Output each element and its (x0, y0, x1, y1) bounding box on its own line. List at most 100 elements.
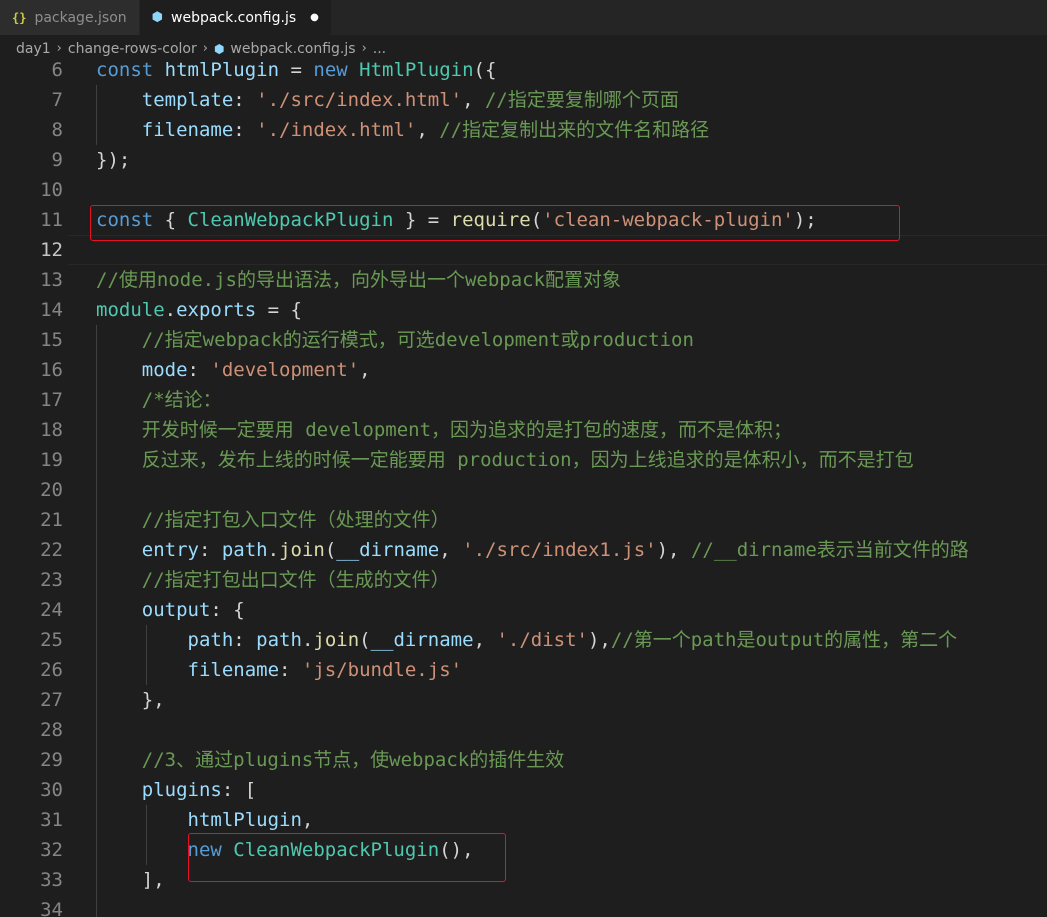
line-number[interactable]: 31 (0, 805, 63, 835)
editor-tab-bar: {} package.json ⬢ webpack.config.js ● (0, 0, 1047, 35)
code-token: = (290, 59, 314, 81)
line-number[interactable]: 10 (0, 175, 63, 205)
code-token: './src/index.html' (256, 89, 463, 111)
code-line[interactable]: }, (96, 685, 165, 715)
code-line[interactable]: ], (96, 865, 165, 895)
code-token: entry (141, 539, 199, 561)
code-line[interactable]: path: path.join(__dirname, './dist'),//第… (96, 625, 958, 655)
line-number[interactable]: 29 (0, 745, 63, 775)
code-line[interactable]: //指定webpack的运行模式，可选development或productio… (96, 325, 694, 355)
code-token: = { (256, 299, 302, 321)
line-number[interactable]: 22 (0, 535, 63, 565)
code-token: ], (96, 869, 165, 891)
line-number[interactable]: 15 (0, 325, 63, 355)
highlight-require-clean-plugin (90, 205, 900, 241)
code-token: path (187, 629, 234, 651)
line-number[interactable]: 7 (0, 85, 63, 115)
tab-label: webpack.config.js (171, 9, 297, 26)
code-line[interactable]: //指定打包出口文件（生成的文件） (96, 565, 450, 595)
line-number[interactable]: 13 (0, 265, 63, 295)
line-number[interactable]: 24 (0, 595, 63, 625)
code-line[interactable]: filename: 'js/bundle.js' (96, 655, 463, 685)
line-number[interactable]: 23 (0, 565, 63, 595)
line-number-gutter[interactable]: 6 7 8 9 10 11 12 13 14 15 16 17 18 19 20 21 22 23 24 25 26 27… (0, 55, 68, 917)
code-token: : (233, 119, 257, 141)
code-line[interactable]: filename: './index.html', //指定复制出来的文件名和路… (96, 115, 709, 145)
line-number[interactable]: 9 (0, 145, 63, 175)
line-number[interactable]: 18 (0, 415, 63, 445)
code-token: ( (359, 629, 371, 651)
code-token: //指定要复制哪个页面 (484, 89, 679, 111)
tab-label: package.json (34, 9, 127, 26)
code-token: , (416, 119, 440, 141)
code-token: }, (96, 689, 165, 711)
line-number[interactable]: 14 (0, 295, 63, 325)
json-braces-icon: {} (12, 10, 27, 25)
code-line[interactable]: 反过来，发布上线的时候一定能要用 production，因为上线追求的是体积小，… (96, 445, 914, 475)
code-line[interactable]: //使用node.js的导出语法，向外导出一个webpack配置对象 (96, 265, 621, 295)
code-token: : { (210, 599, 245, 621)
line-number[interactable]: 11 (0, 205, 63, 235)
line-number[interactable]: 8 (0, 115, 63, 145)
line-number[interactable]: 27 (0, 685, 63, 715)
code-token: : (233, 629, 257, 651)
line-number[interactable]: 21 (0, 505, 63, 535)
code-line[interactable]: template: './src/index.html', //指定要复制哪个页… (96, 85, 679, 115)
code-token: 'js/bundle.js' (301, 659, 463, 681)
code-token: . (164, 299, 177, 321)
line-number[interactable]: 19 (0, 445, 63, 475)
code-line[interactable]: }); (96, 145, 130, 175)
line-number[interactable]: 34 (0, 895, 63, 917)
code-line[interactable]: 开发时候一定要用 development，因为追求的是打包的速度，而不是体积； (96, 415, 792, 445)
code-token: ), (587, 629, 611, 651)
code-token: mode (141, 359, 188, 381)
line-number[interactable]: 30 (0, 775, 63, 805)
code-token: , (462, 89, 485, 111)
code-line[interactable]: htmlPlugin, (96, 805, 314, 835)
line-number[interactable]: 20 (0, 475, 63, 505)
code-editor[interactable]: 6 7 8 9 10 11 12 13 14 15 16 17 18 19 20 21 22 23 24 25 26 27… (0, 55, 1047, 917)
code-token: /*结论： (141, 389, 222, 411)
line-number[interactable]: 25 (0, 625, 63, 655)
code-token: : (187, 359, 211, 381)
code-token: , (439, 539, 463, 561)
code-line[interactable]: //3、通过plugins节点，使webpack的插件生效 (96, 745, 564, 775)
code-line[interactable]: //指定打包入口文件（处理的文件） (96, 505, 450, 535)
code-line[interactable]: const htmlPlugin = new HtmlPlugin({ (96, 55, 496, 85)
code-line[interactable]: module.exports = { (96, 295, 302, 325)
code-line[interactable]: plugins: [ (96, 775, 256, 805)
line-number[interactable]: 6 (0, 55, 63, 85)
code-token: htmlPlugin (187, 809, 302, 831)
code-line[interactable]: mode: 'development', (96, 355, 371, 385)
line-number[interactable]: 12 (0, 235, 63, 265)
tab-webpack-config-js[interactable]: ⬢ webpack.config.js ● (139, 0, 332, 35)
line-number[interactable]: 26 (0, 655, 63, 685)
line-number[interactable]: 33 (0, 865, 63, 895)
line-number[interactable]: 16 (0, 355, 63, 385)
code-line[interactable]: output: { (96, 595, 245, 625)
code-token: join (279, 539, 325, 561)
line-number[interactable]: 28 (0, 715, 63, 745)
code-token: , (473, 629, 497, 651)
code-line[interactable]: /*结论： (96, 385, 222, 415)
tab-package-json[interactable]: {} package.json (0, 0, 140, 35)
code-line[interactable]: entry: path.join(__dirname, './src/index… (96, 535, 969, 565)
code-token: htmlPlugin (164, 59, 291, 81)
code-token: //使用node.js的导出语法，向外导出一个webpack配置对象 (96, 269, 622, 291)
chevron-right-icon: › (361, 41, 367, 56)
code-token: //指定webpack的运行模式，可选development或productio… (141, 329, 694, 351)
line-number[interactable]: 32 (0, 835, 63, 865)
code-token: 开发时候一定要用 development，因为追求的是打包的速度，而不是体积； (141, 419, 793, 441)
unsaved-dot-icon[interactable]: ● (310, 12, 319, 23)
line-number[interactable]: 17 (0, 385, 63, 415)
code-token: output (141, 599, 211, 621)
code-token: . (301, 629, 314, 651)
